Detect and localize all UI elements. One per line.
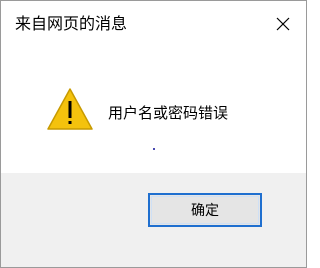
focus-dot — [153, 148, 155, 150]
dialog-body: 用户名或密码错误 — [1, 47, 306, 173]
close-icon — [276, 17, 290, 31]
dialog-message: 用户名或密码错误 — [108, 104, 229, 122]
dialog-titlebar: 来自网页的消息 — [1, 1, 306, 47]
ok-button-label: 确定 — [191, 203, 219, 219]
warning-icon — [47, 88, 93, 130]
dialog-title: 来自网页的消息 — [15, 14, 128, 33]
close-button[interactable] — [260, 1, 306, 47]
ok-button[interactable]: 确定 — [148, 193, 262, 227]
dialog-footer: 确定 — [1, 173, 306, 267]
message-dialog: 来自网页的消息 用户名或密码错误 确定 — [0, 0, 307, 268]
